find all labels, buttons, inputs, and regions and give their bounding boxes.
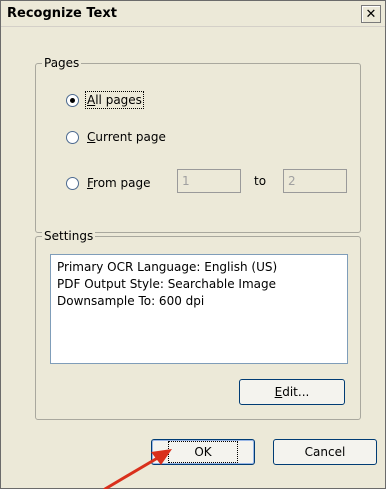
ok-button[interactable]: OK	[151, 439, 255, 465]
settings-group-label: Settings	[42, 229, 96, 243]
from-page-input[interactable]	[177, 169, 241, 193]
edit-button[interactable]: Edit...	[239, 379, 345, 405]
to-label: to	[254, 174, 267, 188]
pages-groupbox: Pages All pages Current page From page t…	[35, 56, 361, 233]
settings-line-output-style: PDF Output Style: Searchable Image	[57, 277, 276, 291]
ok-button-label: OK	[168, 441, 238, 463]
title-bar[interactable]: Recognize Text ✕	[1, 1, 385, 27]
all-pages-radio[interactable]	[66, 93, 79, 107]
to-page-input[interactable]	[283, 169, 347, 193]
edit-button-label: dit...	[282, 385, 310, 399]
settings-groupbox: Settings Primary OCR Language: English (…	[35, 229, 361, 420]
close-button[interactable]: ✕	[361, 5, 381, 23]
pages-group-label: Pages	[42, 56, 82, 70]
all-pages-label[interactable]: All pages	[85, 91, 144, 109]
cancel-button[interactable]: Cancel	[273, 439, 377, 465]
edit-button-mnemonic: E	[274, 385, 283, 399]
all-pages-radio-option[interactable]: All pages	[66, 91, 144, 109]
current-page-radio[interactable]	[66, 130, 79, 144]
close-icon: ✕	[365, 6, 377, 22]
dialog-title: Recognize Text	[7, 6, 117, 21]
current-page-label[interactable]: Current page	[87, 130, 166, 144]
current-page-radio-option[interactable]: Current page	[66, 128, 166, 146]
recognize-text-dialog: Recognize Text ✕ Pages All pages Current…	[0, 0, 386, 489]
settings-summary-box: Primary OCR Language: English (US) PDF O…	[50, 254, 348, 364]
cancel-button-label: Cancel	[304, 445, 346, 459]
settings-line-downsample: Downsample To: 600 dpi	[57, 294, 205, 308]
from-page-label[interactable]: From page	[87, 176, 151, 190]
from-page-radio[interactable]	[66, 176, 79, 190]
settings-line-ocr-language: Primary OCR Language: English (US)	[57, 260, 278, 274]
from-page-radio-option[interactable]: From page	[66, 174, 151, 192]
